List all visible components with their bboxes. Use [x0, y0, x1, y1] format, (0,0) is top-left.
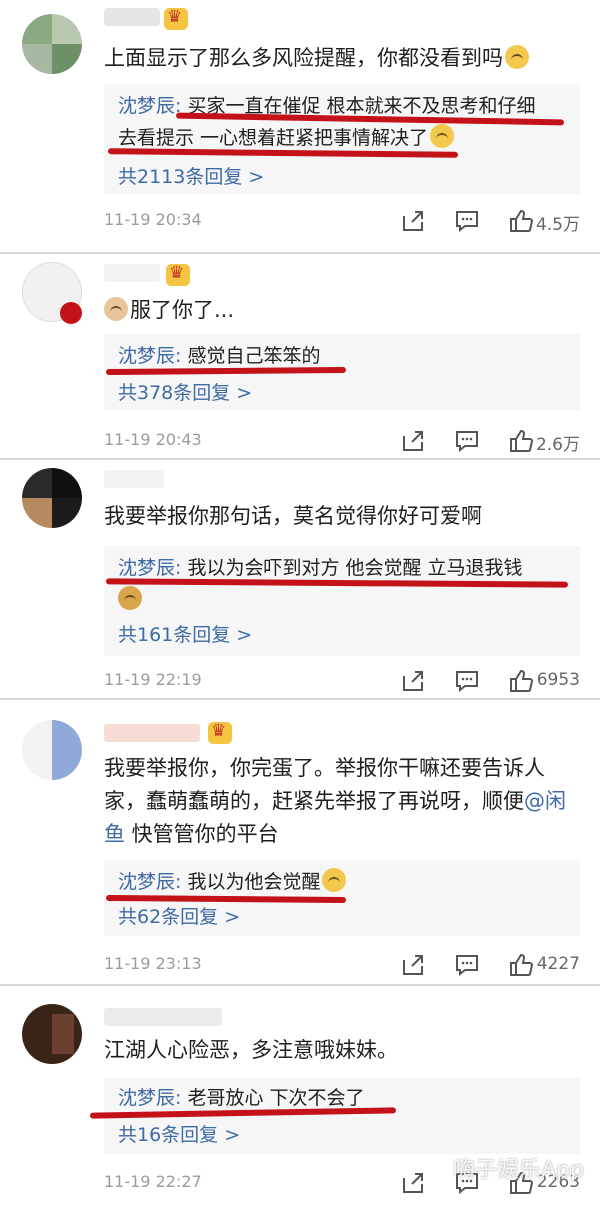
avatar[interactable]: [22, 1004, 82, 1064]
timestamp: 11-19 22:19: [104, 670, 202, 689]
username-blurred[interactable]: [104, 1008, 222, 1026]
avatar[interactable]: [22, 720, 82, 780]
comment-text: 服了你了...: [104, 294, 576, 327]
more-replies-link[interactable]: 共62条回复 >: [118, 902, 240, 929]
verified-badge-icon: [60, 302, 82, 324]
comment-icon[interactable]: [454, 428, 480, 454]
like-icon[interactable]: [508, 952, 534, 978]
like-count: 2.6万: [535, 435, 580, 455]
comment-item: 服了你了... 沈梦辰: 感觉自己笨笨的 共378条回复 > 11-19 20:…: [0, 254, 600, 458]
comment-icon[interactable]: [454, 952, 480, 978]
comment-meta: 11-19 23:13 4227: [104, 952, 580, 980]
money-bag-icon: [118, 586, 142, 610]
vip-badge-icon: [164, 7, 188, 30]
mention-link[interactable]: 鱼: [104, 822, 125, 846]
reply-line: 去看提示 一心想着赶紧把事情解决了: [118, 124, 570, 152]
reply-box[interactable]: 沈梦辰: 老哥放心 下次不会了 共16条回复 >: [89, 1078, 580, 1154]
like-count: 6953: [536, 670, 580, 690]
comment-meta: 11-19 22:19 6953: [104, 668, 580, 696]
reply-box[interactable]: 沈梦辰: 我以为他会觉醒 共62条回复 >: [104, 860, 580, 936]
comment-text: 江湖人心险恶，多注意哦妹妹。: [104, 1038, 398, 1062]
reply-line: 沈梦辰: 我以为他会觉醒: [118, 868, 570, 896]
share-icon[interactable]: [400, 1170, 426, 1196]
reply-author[interactable]: 沈梦辰:: [118, 95, 181, 117]
like-count: 4.5万: [535, 215, 580, 235]
avatar[interactable]: [22, 468, 82, 528]
reply-box[interactable]: 沈梦辰: 感觉自己笨笨的 共378条回复 >: [104, 334, 580, 410]
comment-item: 我要举报你那句话，莫名觉得你好可爱啊 沈梦辰: 我以为会吓到对方 他会觉醒 立马…: [0, 460, 600, 698]
timestamp: 11-19 20:34: [104, 210, 202, 229]
vip-badge-icon: [166, 263, 190, 286]
emoji-icon: [505, 45, 529, 69]
timestamp: 11-19 23:13: [104, 954, 202, 973]
reply-author[interactable]: 沈梦辰:: [118, 557, 181, 579]
like-icon[interactable]: [508, 208, 534, 234]
reply-line: 沈梦辰: 我以为会吓到对方 他会觉醒 立马退我钱: [118, 557, 523, 579]
vip-badge-icon: [208, 721, 232, 744]
comment-item: 上面显示了那么多风险提醒，你都没看到吗 沈梦辰: 买家一直在催促 根本就来不及思…: [0, 0, 600, 252]
emoji-icon: [322, 868, 347, 892]
comment-item: 我要举报你，你完蛋了。举报你干嘛还要告诉人 家，蠢萌蠢萌的，赶紧先举报了再说呀，…: [0, 700, 600, 984]
like-count: 4227: [536, 954, 580, 974]
avatar[interactable]: [22, 14, 82, 74]
watermark: 嗨子娱乐App: [453, 1158, 584, 1183]
comment-icon[interactable]: [454, 668, 480, 694]
reply-author[interactable]: 沈梦辰:: [118, 871, 181, 893]
more-replies-link[interactable]: 共2113条回复 >: [118, 162, 264, 189]
timestamp: 11-19 22:27: [104, 1172, 202, 1191]
emoji-icon: [430, 124, 455, 148]
share-icon[interactable]: [400, 208, 426, 234]
more-replies-link[interactable]: 共378条回复 >: [118, 378, 252, 405]
highlight-underline: [105, 366, 347, 376]
timestamp: 11-19 20:43: [104, 430, 202, 449]
comment-meta: 11-19 20:34 4.5万: [104, 208, 580, 236]
cat-emoji-icon: [104, 297, 128, 321]
share-icon[interactable]: [400, 428, 426, 454]
comment-icon[interactable]: [454, 208, 480, 234]
reply-author[interactable]: 沈梦辰:: [118, 345, 181, 367]
reply-box[interactable]: 沈梦辰: 买家一直在催促 根本就来不及思考和仔细 去看提示 一心想着赶紧把事情解…: [104, 84, 580, 194]
more-replies-link[interactable]: 共161条回复 >: [118, 620, 252, 647]
like-icon[interactable]: [508, 668, 534, 694]
reply-line: 沈梦辰: 感觉自己笨笨的: [118, 345, 321, 367]
like-icon[interactable]: [508, 428, 534, 454]
reply-box[interactable]: 沈梦辰: 我以为会吓到对方 他会觉醒 立马退我钱 共161条回复 >: [104, 546, 580, 656]
comment-text: 我要举报你那句话，莫名觉得你好可爱啊: [104, 504, 482, 528]
username-blurred[interactable]: [104, 724, 200, 742]
mention-link[interactable]: @闲: [524, 789, 566, 813]
share-icon[interactable]: [400, 668, 426, 694]
reply-author[interactable]: 沈梦辰:: [118, 1087, 181, 1109]
username-blurred[interactable]: [104, 470, 164, 488]
comment-text: 我要举报你，你完蛋了。举报你干嘛还要告诉人 家，蠢萌蠢萌的，赶紧先举报了再说呀，…: [104, 756, 566, 846]
username-blurred[interactable]: [104, 264, 160, 282]
reply-line: [118, 586, 570, 614]
more-replies-link[interactable]: 共16条回复 >: [118, 1120, 240, 1147]
comment-text: 上面显示了那么多风险提醒，你都没看到吗: [104, 42, 576, 75]
share-icon[interactable]: [400, 952, 426, 978]
comment-meta: 11-19 20:43 2.6万: [104, 428, 580, 456]
username-blurred[interactable]: [104, 8, 160, 26]
